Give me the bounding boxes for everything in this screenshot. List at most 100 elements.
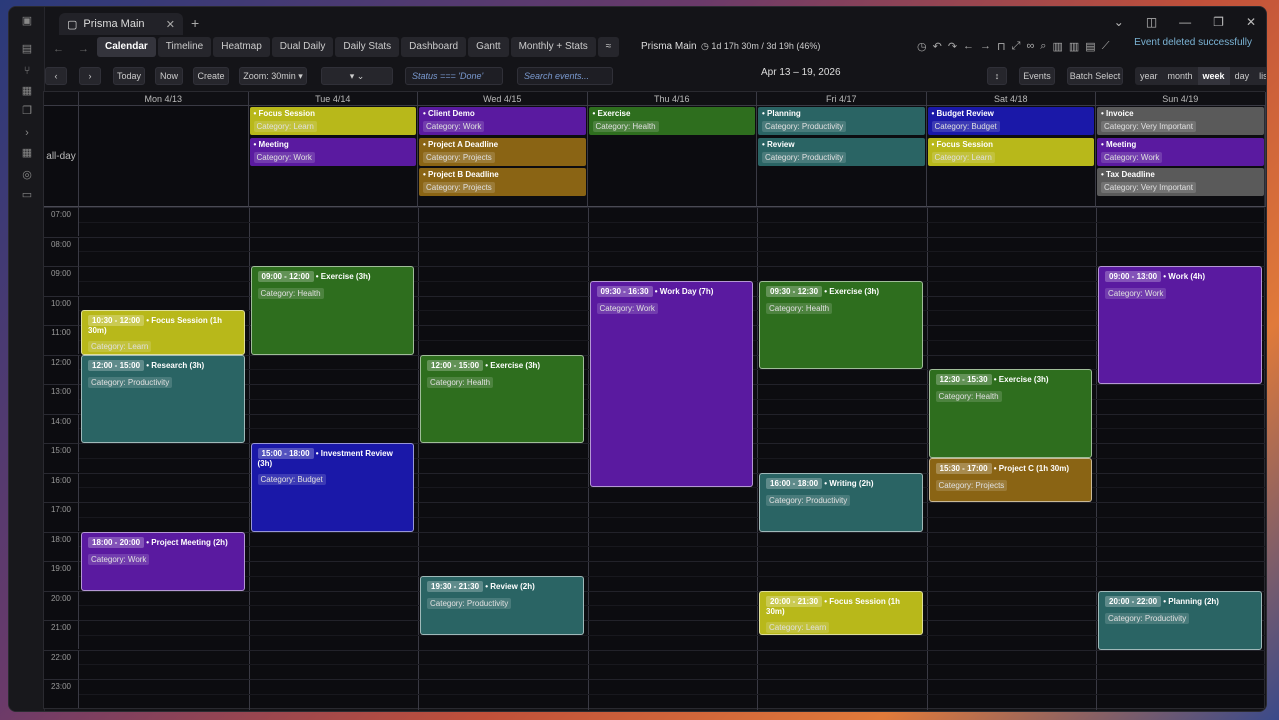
status-filter-input[interactable]: Status === 'Done' [405,67,503,85]
today-button[interactable]: Today [113,67,145,85]
timed-event[interactable]: 18:00 - 20:00Project Meeting (2h) Categor… [81,531,245,591]
allday-event-category: Category: Health [592,121,659,132]
chevron-down-icon[interactable]: ⌄ [1114,15,1124,29]
timed-event[interactable]: 10:30 - 12:00Focus Session (1h 30m) Categ… [81,310,245,355]
sort-button[interactable]: ↕ [987,67,1007,85]
timed-event[interactable]: 12:00 - 15:00Research (3h) Category: Prod… [81,354,245,443]
view-list[interactable]: list [1254,67,1266,85]
allday-event[interactable]: Planning Category: Productivity [758,107,925,135]
back-arrow-icon[interactable]: ← [53,43,64,55]
allday-event-category: Category: Work [423,121,485,132]
allday-event[interactable]: Meeting Category: Work [249,137,416,166]
terminal-icon[interactable]: › [21,127,33,139]
branch-icon[interactable]: ⑂ [21,65,33,77]
next-icon[interactable]: → [980,40,991,53]
more-views-icon[interactable]: ≈ [597,37,620,57]
calendar-icon[interactable]: ▭ [21,189,33,201]
zoom-select[interactable]: Zoom: 30min ▾ [239,67,307,85]
grid-icon[interactable]: ▦ [21,85,33,97]
allday-event[interactable]: Project A Deadline Category: Projects [419,137,586,166]
restore-icon[interactable]: ❐ [1213,15,1224,29]
tab-timeline[interactable]: Timeline [157,37,212,57]
tab-dashboard[interactable]: Dashboard [401,37,467,57]
timed-event[interactable]: 16:00 - 18:00Writing (2h) Category: Produ… [759,472,923,532]
new-tab-icon[interactable]: + [191,15,199,31]
allday-event[interactable]: Focus Session Category: Learn [927,137,1094,166]
timed-event[interactable]: 09:00 - 13:00Work (4h) Category: Work [1098,266,1262,384]
allday-event[interactable]: Budget Review Category: Budget [927,107,1094,135]
close-window-icon[interactable]: ✕ [1246,15,1256,29]
timed-event[interactable]: 20:00 - 22:00Planning (2h) Category: Prod… [1098,590,1262,650]
event-title: Exercise (3h) [822,287,879,296]
tab-calendar[interactable]: Calendar [97,37,156,57]
tab-daily-stats[interactable]: Daily Stats [335,37,400,57]
event-title: Planning (2h) [1161,597,1219,606]
allday-event[interactable]: Project B Deadline Category: Projects [419,168,586,196]
timed-event[interactable]: 09:30 - 12:30Exercise (3h) Category: Heal… [759,280,923,370]
view-year[interactable]: year [1135,67,1163,85]
view-month[interactable]: month [1163,67,1198,85]
allday-event[interactable]: Review Category: Productivity [758,137,925,166]
view-day[interactable]: day [1230,67,1255,85]
timed-event[interactable]: 19:30 - 21:30Review (2h) Category: Produc… [420,575,584,635]
event-header: 12:00 - 15:00Research (3h) [88,359,238,371]
tab-dual-daily[interactable]: Dual Daily [271,37,334,57]
day-header: Thu 4/16 [587,92,757,106]
search-icon[interactable]: ⌕ [1040,40,1046,53]
tab-heatmap[interactable]: Heatmap [213,37,270,57]
close-tab-icon[interactable]: ✕ [166,18,175,31]
undo-icon[interactable]: ↶ [933,40,942,53]
stats-icon[interactable]: ▥ [1069,40,1079,53]
sidebar-toggle-icon[interactable]: ▣ [21,15,33,27]
timed-event[interactable]: 15:00 - 18:00Investment Review (3h) Categ… [250,443,414,532]
redo-icon[interactable]: ↷ [948,40,957,53]
allday-event[interactable]: Invoice Category: Very Important [1097,107,1264,135]
tab-prisma-main[interactable]: ▢ Prisma Main ✕ [59,13,183,35]
copy-icon[interactable]: ❐ [21,105,33,117]
allday-event[interactable]: Exercise Category: Health [588,107,755,135]
title-bar: ▢ Prisma Main ✕ + ⌄ ◫ — ❐ ✕ [45,7,1266,37]
chart-icon[interactable]: ▤ [1085,40,1095,53]
minimize-icon[interactable]: — [1179,15,1191,29]
bag-icon[interactable]: ⊓ [997,40,1006,53]
prev-week-button[interactable]: ‹ [45,67,67,85]
forward-arrow-icon[interactable]: → [78,43,89,55]
events-button[interactable]: Events [1019,67,1055,85]
timed-event[interactable]: 20:00 - 21:30Focus Session (1h 30m) Categ… [759,590,923,635]
view-week[interactable]: week [1197,67,1230,85]
allday-event[interactable]: Tax Deadline Category: Very Important [1097,168,1264,196]
allday-cell[interactable] [79,106,249,207]
timed-event[interactable]: 12:00 - 15:00Exercise (3h) Category: Heal… [420,354,584,443]
hour-gridline [79,236,1265,238]
help-icon[interactable]: ◎ [21,169,33,181]
day-header: Sat 4/18 [926,92,1096,106]
half-hour-gridline [79,664,1265,666]
half-hour-gridline [79,575,1265,577]
hour-label: 17:00 [44,502,79,531]
allday-event[interactable]: Meeting Category: Work [1097,137,1264,166]
timed-event[interactable]: 09:30 - 16:30Work Day (7h) Category: Work [589,280,753,488]
filter-select[interactable]: ▾ ⌄ [321,67,393,85]
timed-event[interactable]: 09:00 - 12:00Exercise (3h) Category: Heal… [250,266,414,355]
bar-chart-icon[interactable]: ▥ [1052,40,1062,53]
search-input[interactable]: Search events... [517,67,613,85]
expand-icon[interactable]: ⤢ [1012,40,1021,53]
timed-event[interactable]: 15:30 - 17:00Project C (1h 30m) Category:… [928,457,1092,502]
allday-event[interactable]: Client Demo Category: Work [419,107,586,135]
tab-monthly-stats[interactable]: Monthly + Stats [510,37,596,57]
next-week-button[interactable]: › [79,67,101,85]
timer-icon[interactable]: ◷ [917,40,927,53]
timed-event[interactable]: 12:30 - 15:30Exercise (3h) Category: Heal… [928,369,1092,458]
trend-icon[interactable]: ⟋ [1102,40,1110,53]
now-button[interactable]: Now [155,67,183,85]
split-icon[interactable]: ◫ [1146,15,1157,29]
file-icon[interactable]: ▤ [21,43,33,55]
apps-icon[interactable]: ▦ [21,147,33,159]
tab-gantt[interactable]: Gantt [468,37,509,57]
prev-icon[interactable]: ← [963,40,974,53]
create-button[interactable]: Create [193,67,229,85]
event-category: Category: Productivity [1105,612,1190,624]
batch-select-button[interactable]: Batch Select [1067,67,1123,85]
link-icon[interactable]: ∞ [1026,40,1034,53]
allday-event[interactable]: Focus Session Category: Learn [249,107,416,135]
